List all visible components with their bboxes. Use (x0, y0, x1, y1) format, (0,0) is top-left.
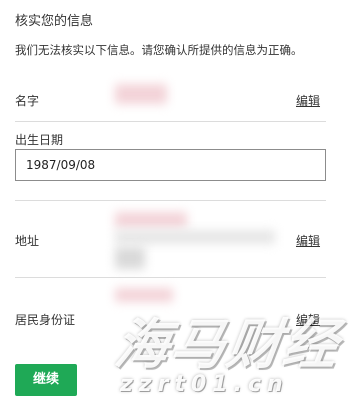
name-label: 名字 (15, 94, 40, 108)
watermark-logo: 海马财经 (110, 313, 344, 376)
dob-label: 出生日期 (15, 133, 64, 147)
watermark-url: zzrt01.cn (120, 372, 289, 397)
page-title: 核实您的信息 (15, 14, 94, 29)
name-redacted (115, 84, 167, 104)
divider (15, 200, 326, 201)
edit-name-link[interactable]: 编辑 (296, 92, 320, 109)
dob-input[interactable]: 1987/09/08 (15, 149, 326, 181)
edit-address-link[interactable]: 编辑 (296, 232, 320, 249)
id-label: 居民身份证 (15, 313, 76, 327)
address-redacted-line1 (115, 212, 187, 228)
address-redacted-line3 (115, 247, 145, 269)
continue-button[interactable]: 继续 (15, 364, 77, 396)
divider (15, 277, 326, 278)
divider (15, 121, 326, 122)
address-redacted-line2 (115, 230, 275, 244)
verification-notice: 我们无法核实以下信息。请您确认所提供的信息为正确。 (15, 43, 303, 57)
address-label: 地址 (15, 234, 40, 248)
